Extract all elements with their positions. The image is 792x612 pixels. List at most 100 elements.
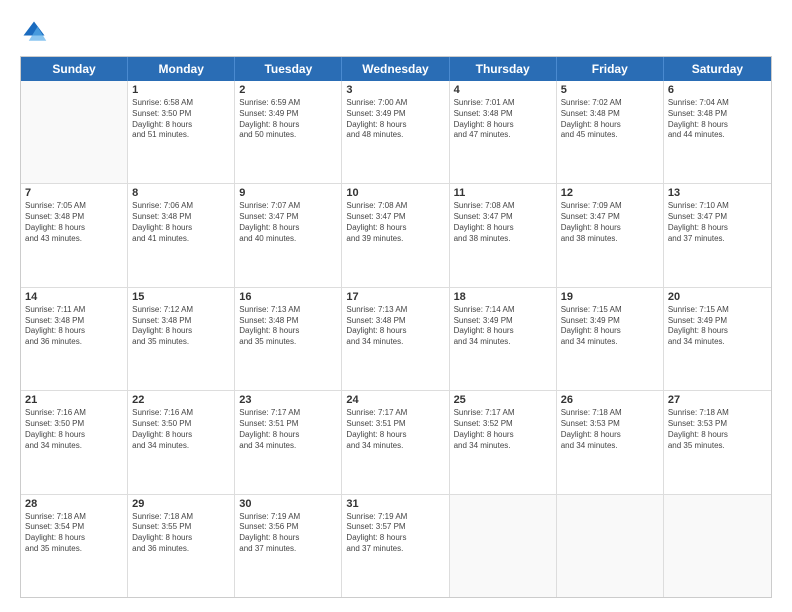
- calendar-row: 21Sunrise: 7:16 AMSunset: 3:50 PMDayligh…: [21, 391, 771, 494]
- day-number: 7: [25, 187, 123, 199]
- daylight-minutes: and 47 minutes.: [454, 130, 552, 141]
- daylight-minutes: and 35 minutes.: [25, 544, 123, 555]
- daylight-label: Daylight: 8 hours: [346, 120, 444, 131]
- calendar-cell: 25Sunrise: 7:17 AMSunset: 3:52 PMDayligh…: [450, 391, 557, 493]
- sunrise-text: Sunrise: 7:17 AM: [239, 408, 337, 419]
- sunrise-text: Sunrise: 7:08 AM: [454, 201, 552, 212]
- day-number: 22: [132, 394, 230, 406]
- sunrise-text: Sunrise: 7:06 AM: [132, 201, 230, 212]
- sunset-text: Sunset: 3:57 PM: [346, 522, 444, 533]
- calendar-header-cell: Saturday: [664, 57, 771, 81]
- daylight-label: Daylight: 8 hours: [132, 120, 230, 131]
- calendar-header-cell: Wednesday: [342, 57, 449, 81]
- calendar-cell: 11Sunrise: 7:08 AMSunset: 3:47 PMDayligh…: [450, 184, 557, 286]
- day-number: 27: [668, 394, 767, 406]
- daylight-minutes: and 34 minutes.: [454, 441, 552, 452]
- sunset-text: Sunset: 3:52 PM: [454, 419, 552, 430]
- sunrise-text: Sunrise: 7:04 AM: [668, 98, 767, 109]
- sunrise-text: Sunrise: 7:11 AM: [25, 305, 123, 316]
- daylight-label: Daylight: 8 hours: [132, 326, 230, 337]
- calendar-cell: 20Sunrise: 7:15 AMSunset: 3:49 PMDayligh…: [664, 288, 771, 390]
- day-number: 24: [346, 394, 444, 406]
- daylight-minutes: and 34 minutes.: [561, 337, 659, 348]
- calendar-row: 14Sunrise: 7:11 AMSunset: 3:48 PMDayligh…: [21, 288, 771, 391]
- sunrise-text: Sunrise: 7:17 AM: [346, 408, 444, 419]
- sunset-text: Sunset: 3:49 PM: [454, 316, 552, 327]
- daylight-label: Daylight: 8 hours: [454, 120, 552, 131]
- header: [20, 18, 772, 46]
- daylight-minutes: and 51 minutes.: [132, 130, 230, 141]
- daylight-minutes: and 39 minutes.: [346, 234, 444, 245]
- day-number: 15: [132, 291, 230, 303]
- daylight-minutes: and 45 minutes.: [561, 130, 659, 141]
- calendar-header-cell: Tuesday: [235, 57, 342, 81]
- daylight-label: Daylight: 8 hours: [132, 223, 230, 234]
- day-number: 17: [346, 291, 444, 303]
- calendar-header-row: SundayMondayTuesdayWednesdayThursdayFrid…: [21, 57, 771, 81]
- day-number: 31: [346, 498, 444, 510]
- calendar-cell: 6Sunrise: 7:04 AMSunset: 3:48 PMDaylight…: [664, 81, 771, 183]
- sunset-text: Sunset: 3:49 PM: [668, 316, 767, 327]
- daylight-minutes: and 34 minutes.: [668, 337, 767, 348]
- sunrise-text: Sunrise: 7:18 AM: [668, 408, 767, 419]
- calendar-cell: [21, 81, 128, 183]
- calendar-cell: 30Sunrise: 7:19 AMSunset: 3:56 PMDayligh…: [235, 495, 342, 597]
- calendar-cell: [450, 495, 557, 597]
- sunset-text: Sunset: 3:51 PM: [346, 419, 444, 430]
- calendar-header-cell: Thursday: [450, 57, 557, 81]
- day-number: 18: [454, 291, 552, 303]
- daylight-minutes: and 35 minutes.: [668, 441, 767, 452]
- daylight-minutes: and 34 minutes.: [239, 441, 337, 452]
- calendar-cell: 15Sunrise: 7:12 AMSunset: 3:48 PMDayligh…: [128, 288, 235, 390]
- calendar: SundayMondayTuesdayWednesdayThursdayFrid…: [20, 56, 772, 598]
- sunrise-text: Sunrise: 7:07 AM: [239, 201, 337, 212]
- sunrise-text: Sunrise: 7:16 AM: [132, 408, 230, 419]
- sunrise-text: Sunrise: 7:17 AM: [454, 408, 552, 419]
- sunset-text: Sunset: 3:51 PM: [239, 419, 337, 430]
- sunrise-text: Sunrise: 7:12 AM: [132, 305, 230, 316]
- sunset-text: Sunset: 3:50 PM: [132, 109, 230, 120]
- day-number: 28: [25, 498, 123, 510]
- sunset-text: Sunset: 3:48 PM: [561, 109, 659, 120]
- daylight-label: Daylight: 8 hours: [668, 326, 767, 337]
- daylight-label: Daylight: 8 hours: [561, 326, 659, 337]
- sunset-text: Sunset: 3:49 PM: [346, 109, 444, 120]
- sunset-text: Sunset: 3:48 PM: [239, 316, 337, 327]
- sunrise-text: Sunrise: 7:18 AM: [561, 408, 659, 419]
- sunset-text: Sunset: 3:47 PM: [561, 212, 659, 223]
- sunrise-text: Sunrise: 7:02 AM: [561, 98, 659, 109]
- daylight-label: Daylight: 8 hours: [346, 430, 444, 441]
- calendar-cell: 18Sunrise: 7:14 AMSunset: 3:49 PMDayligh…: [450, 288, 557, 390]
- day-number: 19: [561, 291, 659, 303]
- page: SundayMondayTuesdayWednesdayThursdayFrid…: [0, 0, 792, 612]
- calendar-cell: 19Sunrise: 7:15 AMSunset: 3:49 PMDayligh…: [557, 288, 664, 390]
- daylight-label: Daylight: 8 hours: [346, 326, 444, 337]
- daylight-minutes: and 48 minutes.: [346, 130, 444, 141]
- daylight-label: Daylight: 8 hours: [561, 430, 659, 441]
- sunrise-text: Sunrise: 7:10 AM: [668, 201, 767, 212]
- calendar-cell: 14Sunrise: 7:11 AMSunset: 3:48 PMDayligh…: [21, 288, 128, 390]
- sunset-text: Sunset: 3:49 PM: [561, 316, 659, 327]
- day-number: 11: [454, 187, 552, 199]
- daylight-minutes: and 34 minutes.: [561, 441, 659, 452]
- daylight-minutes: and 41 minutes.: [132, 234, 230, 245]
- calendar-cell: 31Sunrise: 7:19 AMSunset: 3:57 PMDayligh…: [342, 495, 449, 597]
- calendar-cell: 3Sunrise: 7:00 AMSunset: 3:49 PMDaylight…: [342, 81, 449, 183]
- sunset-text: Sunset: 3:47 PM: [346, 212, 444, 223]
- daylight-label: Daylight: 8 hours: [239, 223, 337, 234]
- daylight-minutes: and 35 minutes.: [239, 337, 337, 348]
- sunset-text: Sunset: 3:49 PM: [239, 109, 337, 120]
- sunset-text: Sunset: 3:47 PM: [668, 212, 767, 223]
- daylight-minutes: and 34 minutes.: [132, 441, 230, 452]
- day-number: 1: [132, 84, 230, 96]
- daylight-label: Daylight: 8 hours: [454, 223, 552, 234]
- logo-icon: [20, 18, 48, 46]
- calendar-cell: 29Sunrise: 7:18 AMSunset: 3:55 PMDayligh…: [128, 495, 235, 597]
- sunset-text: Sunset: 3:47 PM: [239, 212, 337, 223]
- daylight-minutes: and 37 minutes.: [668, 234, 767, 245]
- daylight-label: Daylight: 8 hours: [239, 326, 337, 337]
- sunrise-text: Sunrise: 7:19 AM: [239, 512, 337, 523]
- sunset-text: Sunset: 3:53 PM: [668, 419, 767, 430]
- daylight-label: Daylight: 8 hours: [239, 120, 337, 131]
- day-number: 13: [668, 187, 767, 199]
